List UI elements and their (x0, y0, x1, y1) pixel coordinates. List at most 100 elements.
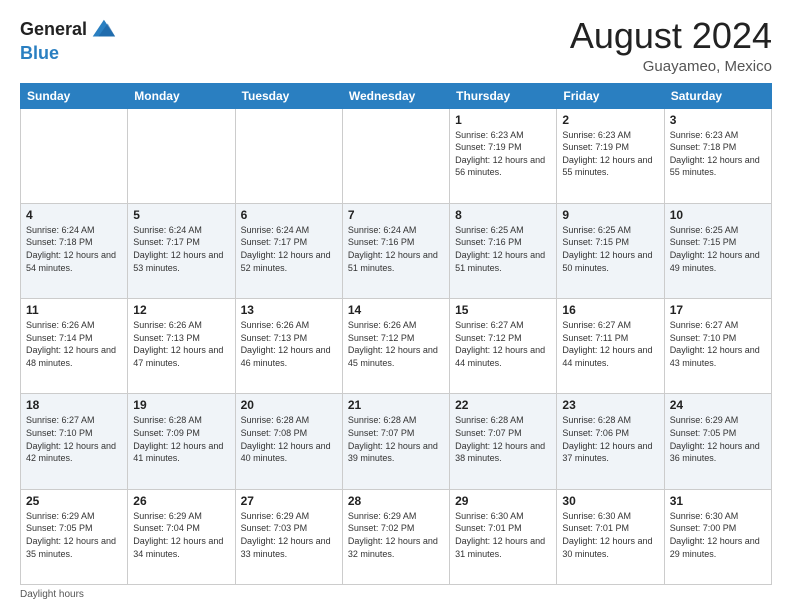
footer-note: Daylight hours (20, 589, 772, 600)
weekday-header-wednesday: Wednesday (342, 83, 449, 108)
day-cell (21, 108, 128, 203)
day-number: 13 (241, 303, 337, 317)
day-cell: 12 Sunrise: 6:26 AM Sunset: 7:13 PM Dayli… (128, 299, 235, 394)
day-number: 12 (133, 303, 229, 317)
day-number: 11 (26, 303, 122, 317)
day-info: Sunrise: 6:24 AM Sunset: 7:16 PM Dayligh… (348, 224, 444, 274)
day-cell: 7 Sunrise: 6:24 AM Sunset: 7:16 PM Daylig… (342, 203, 449, 298)
day-cell: 5 Sunrise: 6:24 AM Sunset: 7:17 PM Daylig… (128, 203, 235, 298)
day-cell: 31 Sunrise: 6:30 AM Sunset: 7:00 PM Dayli… (664, 489, 771, 584)
logo: General Blue (20, 16, 117, 64)
day-number: 29 (455, 494, 551, 508)
day-cell: 11 Sunrise: 6:26 AM Sunset: 7:14 PM Dayli… (21, 299, 128, 394)
day-info: Sunrise: 6:23 AM Sunset: 7:18 PM Dayligh… (670, 129, 766, 179)
day-number: 6 (241, 208, 337, 222)
day-info: Sunrise: 6:26 AM Sunset: 7:12 PM Dayligh… (348, 319, 444, 369)
calendar-table: SundayMondayTuesdayWednesdayThursdayFrid… (20, 83, 772, 585)
day-number: 20 (241, 398, 337, 412)
day-number: 21 (348, 398, 444, 412)
day-number: 8 (455, 208, 551, 222)
day-info: Sunrise: 6:26 AM Sunset: 7:13 PM Dayligh… (241, 319, 337, 369)
day-number: 1 (455, 113, 551, 127)
day-number: 5 (133, 208, 229, 222)
week-row-3: 11 Sunrise: 6:26 AM Sunset: 7:14 PM Dayli… (21, 299, 772, 394)
logo-blue: Blue (20, 44, 117, 64)
day-cell: 26 Sunrise: 6:29 AM Sunset: 7:04 PM Dayli… (128, 489, 235, 584)
week-row-5: 25Sunrise: 6:29 AM Sunset: 7:05 PM Dayli… (21, 489, 772, 584)
day-cell (342, 108, 449, 203)
day-number: 14 (348, 303, 444, 317)
day-info: Sunrise: 6:28 AM Sunset: 7:07 PM Dayligh… (455, 414, 551, 464)
calendar-page: General Blue August 2024 Guayameo, Mexic… (0, 0, 792, 612)
day-info: Sunrise: 6:25 AM Sunset: 7:15 PM Dayligh… (670, 224, 766, 274)
day-cell: 20Sunrise: 6:28 AM Sunset: 7:08 PM Dayli… (235, 394, 342, 489)
day-cell: 19 Sunrise: 6:28 AM Sunset: 7:09 PM Dayli… (128, 394, 235, 489)
weekday-header-sunday: Sunday (21, 83, 128, 108)
day-cell: 27Sunrise: 6:29 AM Sunset: 7:03 PM Dayli… (235, 489, 342, 584)
day-cell: 17 Sunrise: 6:27 AM Sunset: 7:10 PM Dayli… (664, 299, 771, 394)
day-cell: 6 Sunrise: 6:24 AM Sunset: 7:17 PM Daylig… (235, 203, 342, 298)
day-number: 24 (670, 398, 766, 412)
day-info: Sunrise: 6:23 AM Sunset: 7:19 PM Dayligh… (562, 129, 658, 179)
day-info: Sunrise: 6:30 AM Sunset: 7:00 PM Dayligh… (670, 510, 766, 560)
day-cell: 14 Sunrise: 6:26 AM Sunset: 7:12 PM Dayli… (342, 299, 449, 394)
day-info: Sunrise: 6:28 AM Sunset: 7:06 PM Dayligh… (562, 414, 658, 464)
day-info: Sunrise: 6:26 AM Sunset: 7:14 PM Dayligh… (26, 319, 122, 369)
day-cell (128, 108, 235, 203)
day-info: Sunrise: 6:29 AM Sunset: 7:04 PM Dayligh… (133, 510, 229, 560)
day-number: 22 (455, 398, 551, 412)
day-cell: 1Sunrise: 6:23 AM Sunset: 7:19 PM Daylig… (450, 108, 557, 203)
day-number: 18 (26, 398, 122, 412)
day-cell: 15 Sunrise: 6:27 AM Sunset: 7:12 PM Dayli… (450, 299, 557, 394)
day-number: 17 (670, 303, 766, 317)
logo-icon (89, 16, 117, 44)
weekday-header-tuesday: Tuesday (235, 83, 342, 108)
day-info: Sunrise: 6:30 AM Sunset: 7:01 PM Dayligh… (455, 510, 551, 560)
day-cell: 9Sunrise: 6:25 AM Sunset: 7:15 PM Daylig… (557, 203, 664, 298)
day-number: 9 (562, 208, 658, 222)
title-block: August 2024 Guayameo, Mexico (570, 16, 772, 75)
day-number: 2 (562, 113, 658, 127)
day-cell: 16 Sunrise: 6:27 AM Sunset: 7:11 PM Dayli… (557, 299, 664, 394)
day-info: Sunrise: 6:24 AM Sunset: 7:17 PM Dayligh… (241, 224, 337, 274)
day-number: 19 (133, 398, 229, 412)
day-number: 28 (348, 494, 444, 508)
day-info: Sunrise: 6:29 AM Sunset: 7:03 PM Dayligh… (241, 510, 337, 560)
day-info: Sunrise: 6:25 AM Sunset: 7:16 PM Dayligh… (455, 224, 551, 274)
day-number: 31 (670, 494, 766, 508)
day-number: 26 (133, 494, 229, 508)
day-number: 23 (562, 398, 658, 412)
weekday-header-monday: Monday (128, 83, 235, 108)
day-info: Sunrise: 6:27 AM Sunset: 7:10 PM Dayligh… (670, 319, 766, 369)
day-number: 3 (670, 113, 766, 127)
day-info: Sunrise: 6:24 AM Sunset: 7:18 PM Dayligh… (26, 224, 122, 274)
day-cell: 29 Sunrise: 6:30 AM Sunset: 7:01 PM Dayli… (450, 489, 557, 584)
week-row-2: 4Sunrise: 6:24 AM Sunset: 7:18 PM Daylig… (21, 203, 772, 298)
day-info: Sunrise: 6:28 AM Sunset: 7:09 PM Dayligh… (133, 414, 229, 464)
day-cell: 28 Sunrise: 6:29 AM Sunset: 7:02 PM Dayli… (342, 489, 449, 584)
week-row-1: 1 Sunrise: 6:23 AM Sunset: 7:19 PM Daylig… (21, 108, 772, 203)
day-info: Sunrise: 6:30 AM Sunset: 7:01 PM Dayligh… (562, 510, 658, 560)
day-info: Sunrise: 6:29 AM Sunset: 7:02 PM Dayligh… (348, 510, 444, 560)
logo-text: General (20, 20, 87, 40)
day-info: Sunrise: 6:29 AM Sunset: 7:05 PM Dayligh… (670, 414, 766, 464)
day-info: Sunrise: 6:27 AM Sunset: 7:11 PM Dayligh… (562, 319, 658, 369)
week-row-4: 18Sunrise: 6:27 AM Sunset: 7:10 PM Dayli… (21, 394, 772, 489)
weekday-header-row: SundayMondayTuesdayWednesdayThursdayFrid… (21, 83, 772, 108)
day-number: 10 (670, 208, 766, 222)
weekday-header-friday: Friday (557, 83, 664, 108)
weekday-header-thursday: Thursday (450, 83, 557, 108)
day-number: 15 (455, 303, 551, 317)
day-number: 16 (562, 303, 658, 317)
day-info: Sunrise: 6:26 AM Sunset: 7:13 PM Dayligh… (133, 319, 229, 369)
day-info: Sunrise: 6:27 AM Sunset: 7:12 PM Dayligh… (455, 319, 551, 369)
day-cell: 8 Sunrise: 6:25 AM Sunset: 7:16 PM Daylig… (450, 203, 557, 298)
day-cell: 21Sunrise: 6:28 AM Sunset: 7:07 PM Dayli… (342, 394, 449, 489)
day-number: 7 (348, 208, 444, 222)
day-info: Sunrise: 6:24 AM Sunset: 7:17 PM Dayligh… (133, 224, 229, 274)
day-cell: 23 Sunrise: 6:28 AM Sunset: 7:06 PM Dayli… (557, 394, 664, 489)
day-cell: 13 Sunrise: 6:26 AM Sunset: 7:13 PM Dayli… (235, 299, 342, 394)
location: Guayameo, Mexico (570, 58, 772, 75)
month-title: August 2024 (570, 16, 772, 56)
day-cell: 10 Sunrise: 6:25 AM Sunset: 7:15 PM Dayli… (664, 203, 771, 298)
